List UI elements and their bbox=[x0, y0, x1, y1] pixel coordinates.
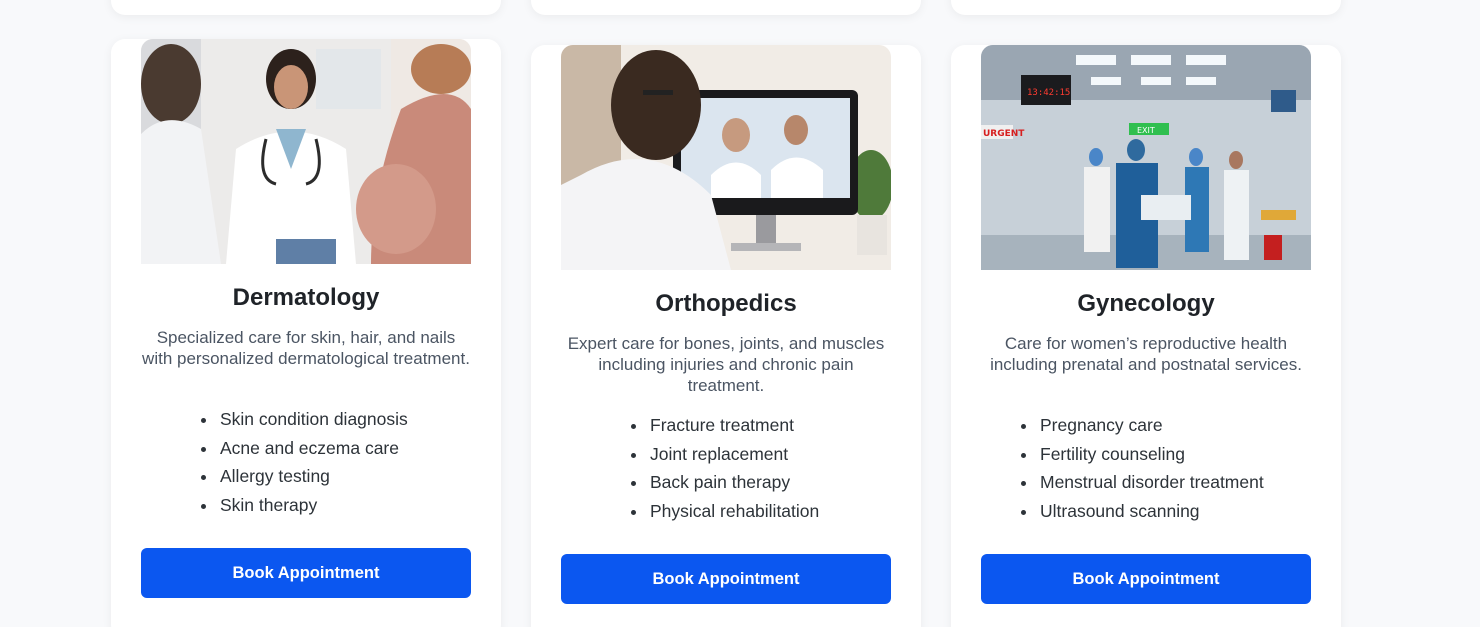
gynecology-image: 13:42:15 URGENT EXIT bbox=[981, 45, 1311, 270]
list-item: Ultrasound scanning bbox=[1038, 497, 1264, 526]
list-item: Back pain therapy bbox=[648, 468, 819, 497]
feature-list: Pregnancy care Fertility counseling Mens… bbox=[1018, 411, 1264, 526]
list-item: Skin therapy bbox=[218, 491, 408, 520]
card-description: Care for women’s reproductive health inc… bbox=[990, 334, 1302, 374]
feature-list: Skin condition diagnosis Acne and eczema… bbox=[198, 405, 408, 520]
exit-sign: EXIT bbox=[1137, 126, 1155, 135]
service-card-dermatology: Dermatology Specialized care for skin, h… bbox=[111, 39, 501, 627]
previous-card-bottom bbox=[951, 0, 1341, 15]
card-title: Dermatology bbox=[232, 284, 380, 311]
list-item: Fracture treatment bbox=[648, 411, 819, 440]
list-item: Pregnancy care bbox=[1038, 411, 1264, 440]
list-item: Joint replacement bbox=[648, 440, 819, 469]
card-title: Gynecology bbox=[1077, 290, 1215, 317]
orthopedics-image bbox=[561, 45, 891, 270]
feature-list: Fracture treatment Joint replacement Bac… bbox=[628, 411, 819, 526]
list-item: Acne and eczema care bbox=[218, 434, 408, 463]
card-description: Expert care for bones, joints, and muscl… bbox=[567, 334, 885, 395]
service-card-gynecology: 13:42:15 URGENT EXIT Gynecology Care for… bbox=[951, 45, 1341, 627]
book-appointment-button[interactable]: Book Appointment bbox=[981, 554, 1311, 604]
urgent-sign: URGENT bbox=[983, 129, 1025, 139]
list-item: Skin condition diagnosis bbox=[218, 405, 408, 434]
card-description: Specialized care for skin, hair, and nai… bbox=[142, 328, 470, 368]
list-item: Fertility counseling bbox=[1038, 440, 1264, 469]
list-item: Physical rehabilitation bbox=[648, 497, 819, 526]
service-card-orthopedics: Orthopedics Expert care for bones, joint… bbox=[531, 45, 921, 627]
list-item: Menstrual disorder treatment bbox=[1038, 468, 1264, 497]
card-title: Orthopedics bbox=[655, 290, 797, 317]
list-item: Allergy testing bbox=[218, 462, 408, 491]
book-appointment-button[interactable]: Book Appointment bbox=[561, 554, 891, 604]
clock-display: 13:42:15 bbox=[1027, 88, 1070, 98]
book-appointment-button[interactable]: Book Appointment bbox=[141, 548, 471, 598]
dermatology-image bbox=[141, 39, 471, 264]
previous-card-bottom bbox=[111, 0, 501, 15]
previous-card-bottom bbox=[531, 0, 921, 15]
